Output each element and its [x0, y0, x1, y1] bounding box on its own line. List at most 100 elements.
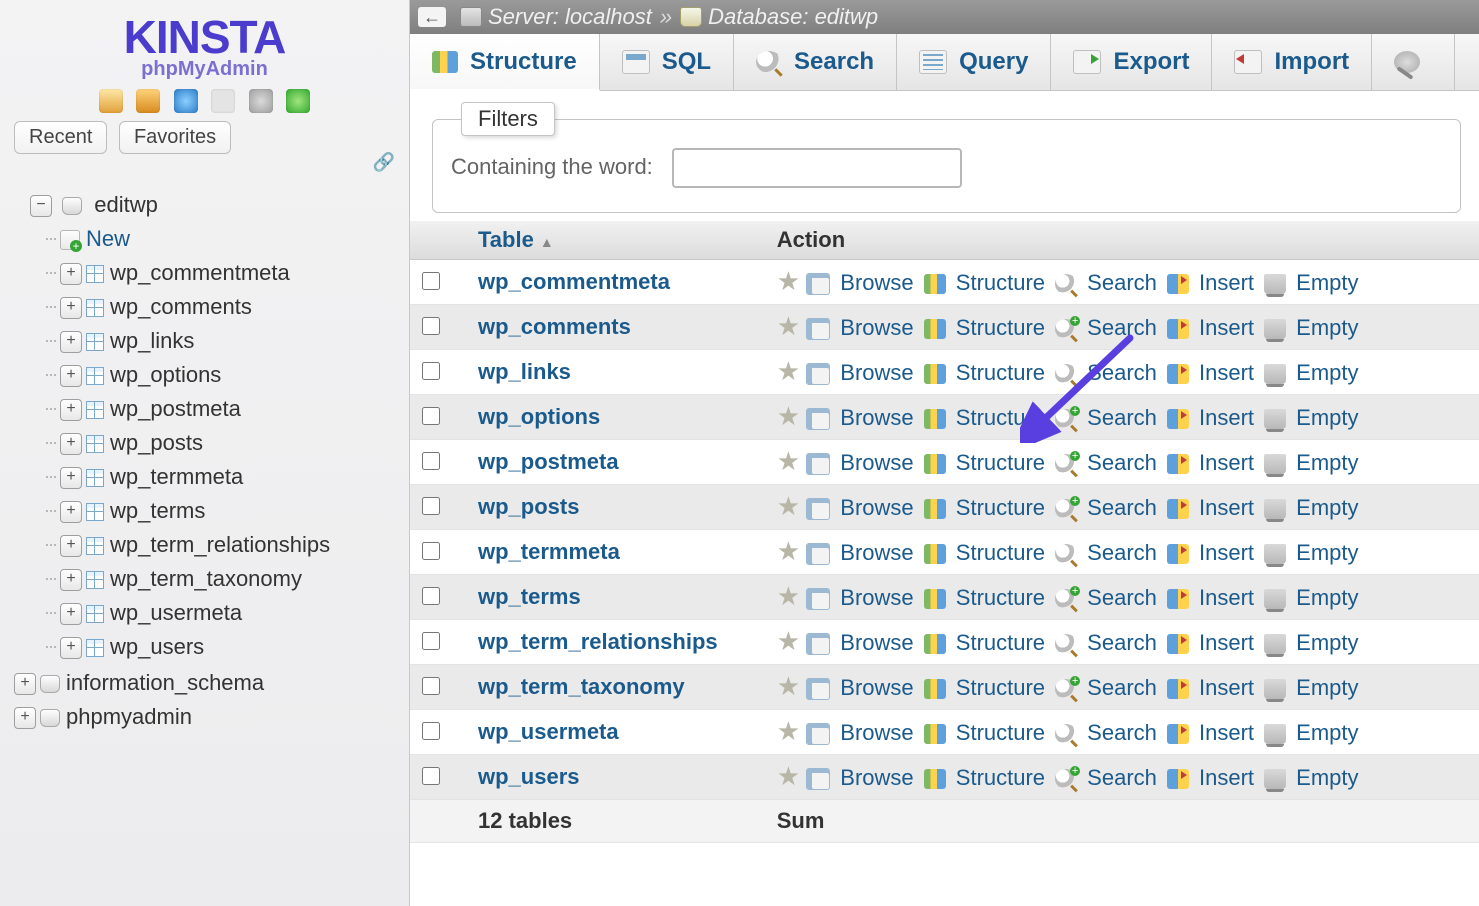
empty-link[interactable]: Empty [1296, 540, 1358, 565]
favorite-star-icon[interactable]: ★ [777, 673, 800, 699]
tree-db-editwp[interactable]: − editwp New+wp_commentmeta+wp_comments+… [30, 188, 409, 664]
search-link[interactable]: Search [1087, 360, 1157, 385]
expand-toggle-icon[interactable]: + [60, 637, 82, 659]
structure-link[interactable]: Structure [956, 630, 1045, 655]
structure-link[interactable]: Structure [956, 540, 1045, 565]
reload-icon[interactable] [286, 89, 310, 113]
row-checkbox[interactable] [422, 677, 440, 695]
empty-link[interactable]: Empty [1296, 315, 1358, 340]
structure-link[interactable]: Structure [956, 270, 1045, 295]
search-link[interactable]: Search [1087, 495, 1157, 520]
expand-toggle-icon[interactable]: + [60, 569, 82, 591]
table-name-link[interactable]: wp_term_taxonomy [478, 674, 685, 699]
table-name-link[interactable]: wp_termmeta [478, 539, 620, 564]
settings-icon[interactable] [249, 89, 273, 113]
tab-search[interactable]: Search [734, 34, 897, 90]
favorite-star-icon[interactable]: ★ [777, 763, 800, 789]
favorite-star-icon[interactable]: ★ [777, 718, 800, 744]
structure-link[interactable]: Structure [956, 495, 1045, 520]
browse-link[interactable]: Browse [840, 405, 913, 430]
favorites-button[interactable]: Favorites [119, 121, 231, 154]
browse-link[interactable]: Browse [840, 360, 913, 385]
row-checkbox[interactable] [422, 632, 440, 650]
search-link[interactable]: Search [1087, 270, 1157, 295]
browse-link[interactable]: Browse [840, 585, 913, 610]
insert-link[interactable]: Insert [1199, 540, 1254, 565]
empty-link[interactable]: Empty [1296, 585, 1358, 610]
favorite-star-icon[interactable]: ★ [777, 403, 800, 429]
search-link[interactable]: Search [1087, 315, 1157, 340]
expand-toggle-icon[interactable]: + [60, 603, 82, 625]
tree-table[interactable]: +wp_term_relationships [60, 528, 409, 562]
table-name-link[interactable]: wp_postmeta [478, 449, 619, 474]
favorite-star-icon[interactable]: ★ [777, 313, 800, 339]
tree-table[interactable]: +wp_termmeta [60, 460, 409, 494]
tree-new[interactable]: New [60, 222, 409, 256]
expand-toggle-icon[interactable]: + [60, 467, 82, 489]
bc-server-value[interactable]: localhost [565, 4, 652, 30]
insert-link[interactable]: Insert [1199, 270, 1254, 295]
tree-table[interactable]: +wp_links [60, 324, 409, 358]
expand-toggle-icon[interactable]: + [60, 297, 82, 319]
insert-link[interactable]: Insert [1199, 585, 1254, 610]
insert-link[interactable]: Insert [1199, 360, 1254, 385]
table-name-link[interactable]: wp_users [478, 764, 580, 789]
collapse-icon[interactable]: 🔗 [373, 152, 395, 173]
browse-link[interactable]: Browse [840, 675, 913, 700]
favorite-star-icon[interactable]: ★ [777, 493, 800, 519]
table-name-link[interactable]: wp_commentmeta [478, 269, 670, 294]
row-checkbox[interactable] [422, 587, 440, 605]
search-link[interactable]: Search [1087, 630, 1157, 655]
tree-table[interactable]: +wp_terms [60, 494, 409, 528]
browse-link[interactable]: Browse [840, 720, 913, 745]
table-name-link[interactable]: wp_term_relationships [478, 629, 718, 654]
tree-db[interactable]: +information_schema [14, 666, 409, 700]
search-link[interactable]: Search [1087, 675, 1157, 700]
favorite-star-icon[interactable]: ★ [777, 628, 800, 654]
row-checkbox[interactable] [422, 542, 440, 560]
table-name-link[interactable]: wp_comments [478, 314, 631, 339]
row-checkbox[interactable] [422, 407, 440, 425]
help-icon[interactable] [174, 89, 198, 113]
expand-toggle-icon[interactable]: + [60, 331, 82, 353]
expand-toggle-icon[interactable]: + [60, 501, 82, 523]
table-name-link[interactable]: wp_terms [478, 584, 581, 609]
insert-link[interactable]: Insert [1199, 765, 1254, 790]
collapse-toggle-icon[interactable]: − [30, 195, 52, 217]
row-checkbox[interactable] [422, 272, 440, 290]
insert-link[interactable]: Insert [1199, 630, 1254, 655]
empty-link[interactable]: Empty [1296, 765, 1358, 790]
browse-link[interactable]: Browse [840, 765, 913, 790]
empty-link[interactable]: Empty [1296, 675, 1358, 700]
logout-icon[interactable] [136, 89, 160, 113]
structure-link[interactable]: Structure [956, 765, 1045, 790]
sql-window-icon[interactable] [211, 89, 235, 113]
empty-link[interactable]: Empty [1296, 495, 1358, 520]
table-name-link[interactable]: wp_posts [478, 494, 579, 519]
row-checkbox[interactable] [422, 767, 440, 785]
browse-link[interactable]: Browse [840, 540, 913, 565]
structure-link[interactable]: Structure [956, 315, 1045, 340]
favorite-star-icon[interactable]: ★ [777, 268, 800, 294]
empty-link[interactable]: Empty [1296, 450, 1358, 475]
tree-table[interactable]: +wp_postmeta [60, 392, 409, 426]
expand-toggle-icon[interactable]: + [14, 707, 36, 729]
browse-link[interactable]: Browse [840, 450, 913, 475]
empty-link[interactable]: Empty [1296, 270, 1358, 295]
empty-link[interactable]: Empty [1296, 630, 1358, 655]
insert-link[interactable]: Insert [1199, 720, 1254, 745]
empty-link[interactable]: Empty [1296, 405, 1358, 430]
browse-link[interactable]: Browse [840, 495, 913, 520]
favorite-star-icon[interactable]: ★ [777, 583, 800, 609]
tab-operations[interactable] [1372, 34, 1455, 90]
expand-toggle-icon[interactable]: + [60, 263, 82, 285]
search-link[interactable]: Search [1087, 720, 1157, 745]
empty-link[interactable]: Empty [1296, 720, 1358, 745]
search-link[interactable]: Search [1087, 405, 1157, 430]
insert-link[interactable]: Insert [1199, 450, 1254, 475]
expand-toggle-icon[interactable]: + [60, 399, 82, 421]
table-name-link[interactable]: wp_links [478, 359, 571, 384]
tree-table[interactable]: +wp_options [60, 358, 409, 392]
empty-link[interactable]: Empty [1296, 360, 1358, 385]
row-checkbox[interactable] [422, 317, 440, 335]
